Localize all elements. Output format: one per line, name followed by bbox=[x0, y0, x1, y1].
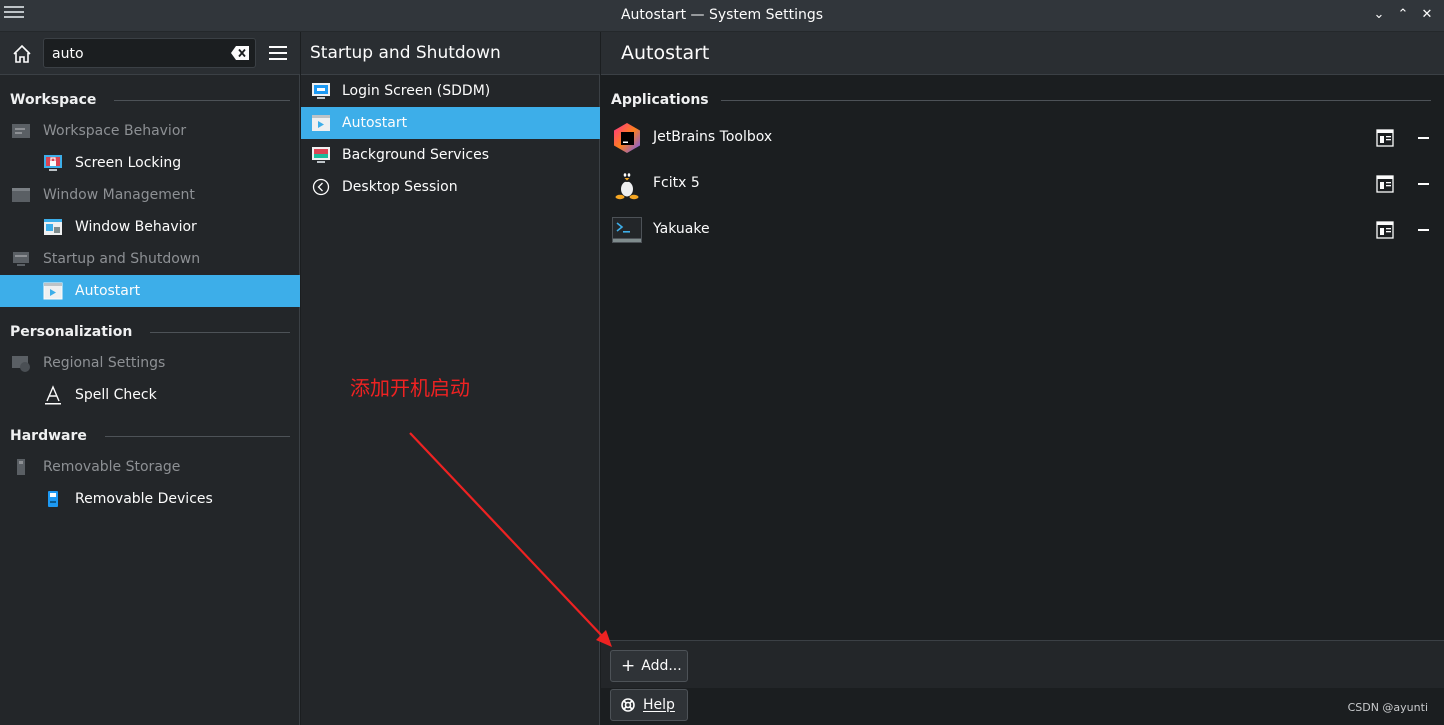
sidebar-item-workspace-behavior[interactable]: Workspace Behavior bbox=[0, 115, 300, 147]
properties-icon[interactable] bbox=[1376, 175, 1394, 193]
window-title: Autostart — System Settings bbox=[620, 7, 824, 23]
properties-icon[interactable] bbox=[1376, 221, 1394, 239]
close-icon[interactable]: ✕ bbox=[1418, 6, 1436, 24]
category-hardware: Hardware bbox=[10, 425, 290, 447]
sidebar-item-window-management[interactable]: Window Management bbox=[0, 179, 300, 211]
sidebar-item-spell-check[interactable]: Spell Check bbox=[0, 379, 300, 411]
screen-locking-icon bbox=[44, 155, 62, 171]
sidebar-item-startup-shutdown[interactable]: Startup and Shutdown bbox=[0, 243, 300, 275]
sidebar-item-removable-devices[interactable]: Removable Devices bbox=[0, 483, 300, 515]
autostart-icon bbox=[312, 115, 330, 131]
app-name: Yakuake bbox=[653, 221, 710, 237]
subpanel-item-background-services[interactable]: Background Services bbox=[301, 139, 600, 171]
terminal-icon bbox=[612, 217, 642, 243]
sidebar-item-window-behavior[interactable]: Window Behavior bbox=[0, 211, 300, 243]
sidebar-item-screen-locking[interactable]: Screen Locking bbox=[0, 147, 300, 179]
autostart-entry[interactable]: Fcitx 5 bbox=[601, 161, 1444, 207]
window-management-icon bbox=[12, 188, 30, 202]
search-field[interactable] bbox=[43, 38, 256, 68]
workspace-behavior-icon bbox=[12, 124, 30, 138]
sidebar-item-removable-storage[interactable]: Removable Storage bbox=[0, 451, 300, 483]
sidebar: Workspace Workspace Behavior Screen Lock… bbox=[0, 32, 300, 725]
remove-icon[interactable] bbox=[1418, 137, 1429, 139]
page-title: Autostart bbox=[601, 32, 1444, 75]
help-bar: Help CSDN @ayunti bbox=[601, 688, 1444, 725]
regional-settings-icon bbox=[12, 356, 30, 372]
subpanel-item-login-screen[interactable]: Login Screen (SDDM) bbox=[301, 75, 600, 107]
help-lifebuoy-icon bbox=[621, 698, 635, 712]
search-input[interactable] bbox=[52, 44, 222, 64]
tux-penguin-icon bbox=[615, 170, 639, 200]
autostart-icon bbox=[43, 282, 63, 300]
background-services-icon bbox=[312, 147, 330, 163]
usb-drive-icon bbox=[48, 491, 58, 507]
home-icon[interactable] bbox=[12, 44, 32, 64]
login-screen-icon bbox=[312, 83, 330, 99]
category-personalization: Personalization bbox=[10, 321, 290, 343]
plus-icon: + bbox=[621, 655, 636, 676]
app-name: Fcitx 5 bbox=[653, 175, 700, 191]
remove-icon[interactable] bbox=[1418, 229, 1429, 231]
sidebar-item-autostart[interactable]: Autostart bbox=[0, 275, 300, 307]
minimize-icon[interactable]: ⌄ bbox=[1370, 6, 1388, 24]
main-content: Autostart Applications JetBrains Toolbox… bbox=[601, 32, 1444, 725]
window-behavior-icon bbox=[44, 219, 62, 235]
clear-search-icon[interactable] bbox=[231, 46, 249, 60]
remove-icon[interactable] bbox=[1418, 183, 1429, 185]
sidebar-item-regional-settings[interactable]: Regional Settings bbox=[0, 347, 300, 379]
section-applications: Applications bbox=[611, 89, 1431, 111]
hamburger-menu-icon[interactable] bbox=[269, 46, 287, 62]
subpanel-item-desktop-session[interactable]: Desktop Session bbox=[301, 171, 600, 203]
desktop-session-icon bbox=[312, 178, 330, 196]
removable-storage-icon bbox=[17, 459, 25, 475]
category-workspace: Workspace bbox=[10, 89, 290, 111]
startup-shutdown-icon bbox=[13, 252, 29, 266]
autostart-entry[interactable]: Yakuake bbox=[601, 207, 1444, 253]
app-name: JetBrains Toolbox bbox=[653, 129, 773, 145]
autostart-entry[interactable]: JetBrains Toolbox bbox=[601, 115, 1444, 161]
footer-toolbar: + Add... bbox=[601, 640, 1444, 688]
help-button[interactable]: Help bbox=[610, 689, 688, 721]
spell-check-icon bbox=[45, 385, 61, 405]
add-button[interactable]: + Add... bbox=[610, 650, 688, 682]
maximize-icon[interactable]: ⌃ bbox=[1394, 6, 1412, 24]
watermark: CSDN @ayunti bbox=[1347, 701, 1428, 714]
subpanel-title: Startup and Shutdown bbox=[301, 32, 600, 75]
title-bar: Autostart — System Settings ⌄ ⌃ ✕ bbox=[0, 0, 1444, 32]
jetbrains-toolbox-icon bbox=[614, 123, 640, 153]
annotation-label: 添加开机启动 bbox=[350, 376, 470, 400]
subpanel-item-autostart[interactable]: Autostart bbox=[301, 107, 600, 139]
properties-icon[interactable] bbox=[1376, 129, 1394, 147]
sidebar-header bbox=[0, 32, 300, 75]
